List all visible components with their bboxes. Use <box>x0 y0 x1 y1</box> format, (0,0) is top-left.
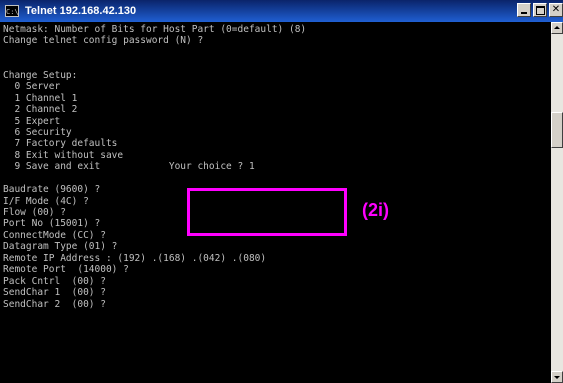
scroll-up-arrow-icon[interactable] <box>551 22 563 34</box>
terminal-line: Remote Port (14000) ? <box>3 264 129 276</box>
terminal-line: 8 Exit without save <box>3 149 124 161</box>
terminal-line: Remote IP Address : (192) .(168) .(042) … <box>3 252 267 264</box>
terminal-line: SendChar 2 (00) ? <box>3 298 106 310</box>
scroll-down-arrow-icon[interactable] <box>551 371 563 383</box>
maximize-button[interactable] <box>533 3 547 17</box>
annotation-highlight-box <box>187 188 347 236</box>
terminal-line: Datagram Type (01) ? <box>3 241 118 253</box>
terminal-line: 5 Expert <box>3 115 61 127</box>
annotation-label: (2i) <box>362 200 389 220</box>
close-button[interactable]: ✕ <box>549 3 563 17</box>
terminal-line: Change Setup: <box>3 69 78 81</box>
terminal-line: 0 Server <box>3 81 61 93</box>
console-icon[interactable]: C:\ <box>5 5 19 17</box>
telnet-window: C:\ Telnet 192.168.42.130 ✕ Netmask: Num… <box>0 0 563 383</box>
terminal-line: 6 Security <box>3 126 72 138</box>
minimize-button[interactable] <box>517 3 531 17</box>
terminal-line: 1 Channel 1 <box>3 92 78 104</box>
terminal-line: 7 Factory defaults <box>3 138 118 150</box>
terminal-line: Netmask: Number of Bits for Host Part (0… <box>3 24 307 35</box>
terminal-line: Change telnet config password (N) ? <box>3 35 204 47</box>
window-title: Telnet 192.168.42.130 <box>25 5 137 17</box>
terminal-line: SendChar 1 (00) ? <box>3 287 106 299</box>
title-bar[interactable]: C:\ Telnet 192.168.42.130 ✕ <box>0 0 563 22</box>
terminal-line: 2 Channel 2 <box>3 104 78 116</box>
window-controls: ✕ <box>517 3 563 17</box>
terminal-line: Pack Cntrl (00) ? <box>3 275 106 287</box>
vertical-scrollbar[interactable] <box>551 22 563 383</box>
terminal-line: 9 Save and exit Your choice ? 1 <box>3 161 255 173</box>
scrollbar-thumb[interactable] <box>551 112 563 148</box>
